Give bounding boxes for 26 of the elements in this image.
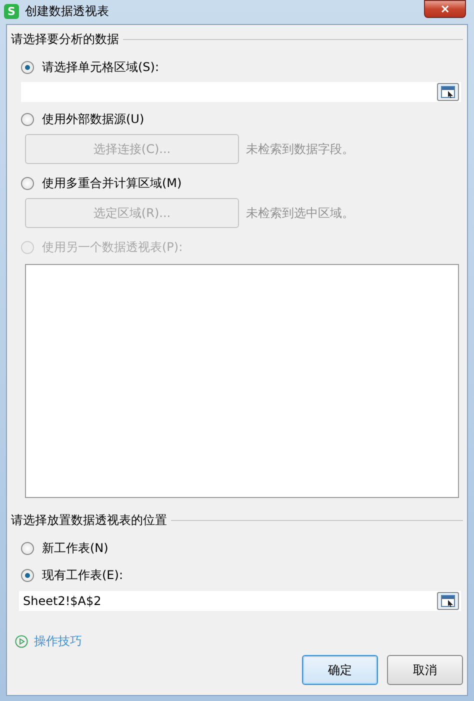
status-note: 未检索到数据字段。 — [246, 140, 354, 158]
range-picker-button[interactable] — [437, 83, 459, 101]
app-icon: S — [4, 4, 19, 18]
radio-label[interactable]: 请选择单元格区域(S): — [42, 58, 160, 76]
location-input-field[interactable]: Sheet2!$A$2 — [19, 591, 461, 611]
radio-label[interactable]: 新工作表(N) — [42, 540, 108, 556]
radio-button[interactable] — [21, 112, 34, 126]
range-picker-icon — [441, 595, 455, 607]
status-note: 未检索到选中区域。 — [246, 204, 354, 222]
section-title: 请选择放置数据透视表的位置 — [11, 512, 167, 529]
range-picker-button[interactable] — [437, 592, 459, 610]
radio-label[interactable]: 使用外部数据源(U) — [42, 110, 144, 128]
close-button[interactable]: ✕ — [424, 0, 466, 18]
radio-label[interactable]: 现有工作表(E): — [42, 566, 123, 584]
window-title: 创建数据透视表 — [25, 2, 110, 20]
radio-label[interactable]: 使用多重合并计算区域(M) — [42, 174, 182, 192]
section-title: 请选择要分析的数据 — [11, 31, 119, 48]
range-input-field[interactable] — [21, 82, 461, 102]
cancel-button[interactable]: 取消 — [387, 655, 463, 685]
ok-button[interactable]: 确定 — [302, 655, 378, 685]
radio-button[interactable] — [21, 176, 34, 190]
radio-button[interactable] — [21, 542, 34, 554]
range-picker-icon — [441, 86, 455, 98]
radio-button[interactable] — [21, 568, 34, 582]
play-circle-icon — [15, 635, 28, 648]
radio-button[interactable] — [21, 60, 34, 74]
